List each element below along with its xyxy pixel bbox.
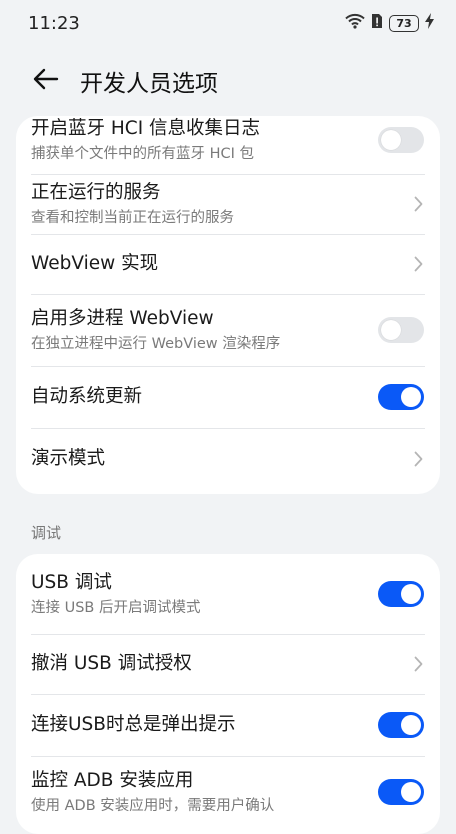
- battery-level: 73: [396, 16, 412, 30]
- toggle-knob: [381, 130, 401, 150]
- setting-title: USB 调试: [31, 572, 112, 593]
- setting-subtitle: 捕获单个文件中的所有蓝牙 HCI 包: [31, 146, 255, 162]
- app-header: 开发人员选项: [0, 56, 456, 106]
- setting-title: 撤消 USB 调试授权: [31, 653, 192, 674]
- chevron-right-icon: [412, 450, 424, 468]
- sim-alert-icon: [371, 13, 383, 33]
- setting-title: 开启蓝牙 HCI 信息收集日志: [31, 118, 261, 139]
- setting-subtitle: 使用 ADB 安装应用时，需要用户确认: [31, 798, 275, 814]
- setting-usb-connect-prompt[interactable]: 连接USB时总是弹出提示: [16, 694, 440, 756]
- wifi-icon: [345, 13, 365, 33]
- setting-auto-system-update[interactable]: 自动系统更新: [16, 366, 440, 428]
- setting-title: 自动系统更新: [31, 386, 143, 407]
- setting-title: WebView 实现: [31, 253, 159, 274]
- setting-demo-mode[interactable]: 演示模式: [16, 428, 440, 490]
- back-button[interactable]: [24, 59, 68, 103]
- back-arrow-icon: [33, 68, 59, 94]
- toggle-knob: [401, 782, 421, 802]
- setting-title: 正在运行的服务: [31, 182, 161, 203]
- chevron-right-icon: [412, 655, 424, 673]
- setting-subtitle: 查看和控制当前正在运行的服务: [31, 210, 234, 226]
- status-bar: 11:23 73: [0, 0, 456, 46]
- chevron-right-icon: [412, 255, 424, 273]
- page-title: 开发人员选项: [80, 71, 218, 97]
- setting-usb-debugging[interactable]: USB 调试 连接 USB 后开启调试模式: [16, 554, 440, 634]
- setting-title: 启用多进程 WebView: [31, 308, 214, 329]
- settings-group-general: 开启蓝牙 HCI 信息收集日志 捕获单个文件中的所有蓝牙 HCI 包 正在运行的…: [16, 116, 440, 494]
- setting-webview-implementation[interactable]: WebView 实现: [16, 234, 440, 294]
- setting-subtitle: 连接 USB 后开启调试模式: [31, 600, 201, 616]
- auto-system-update-toggle[interactable]: [378, 384, 424, 410]
- setting-running-services[interactable]: 正在运行的服务 查看和控制当前正在运行的服务: [16, 174, 440, 234]
- battery-icon: 73: [389, 14, 419, 32]
- bluetooth-hci-log-toggle[interactable]: [378, 127, 424, 153]
- chevron-right-icon: [412, 195, 424, 213]
- toggle-knob: [401, 387, 421, 407]
- multiprocess-webview-toggle[interactable]: [378, 317, 424, 343]
- usb-debugging-toggle[interactable]: [378, 581, 424, 607]
- status-time: 11:23: [28, 12, 80, 34]
- setting-multiprocess-webview[interactable]: 启用多进程 WebView 在独立进程中运行 WebView 渲染程序: [16, 294, 440, 366]
- setting-subtitle: 在独立进程中运行 WebView 渲染程序: [31, 336, 281, 352]
- setting-revoke-usb-debug-auth[interactable]: 撤消 USB 调试授权: [16, 634, 440, 694]
- toggle-knob: [401, 584, 421, 604]
- monitor-adb-install-toggle[interactable]: [378, 779, 424, 805]
- toggle-knob: [401, 715, 421, 735]
- charging-icon: [425, 13, 434, 33]
- settings-group-debug: USB 调试 连接 USB 后开启调试模式 撤消 USB 调试授权 连接USB时…: [16, 554, 440, 834]
- section-label-debug: 调试: [31, 524, 62, 542]
- setting-title: 连接USB时总是弹出提示: [31, 714, 236, 735]
- toggle-knob: [381, 320, 401, 340]
- setting-title: 演示模式: [31, 448, 106, 469]
- setting-monitor-adb-install[interactable]: 监控 ADB 安装应用 使用 ADB 安装应用时，需要用户确认: [16, 756, 440, 828]
- setting-title: 监控 ADB 安装应用: [31, 770, 194, 791]
- status-icons: 73: [345, 13, 434, 33]
- usb-connect-prompt-toggle[interactable]: [378, 712, 424, 738]
- setting-bluetooth-hci-log[interactable]: 开启蓝牙 HCI 信息收集日志 捕获单个文件中的所有蓝牙 HCI 包: [16, 116, 440, 172]
